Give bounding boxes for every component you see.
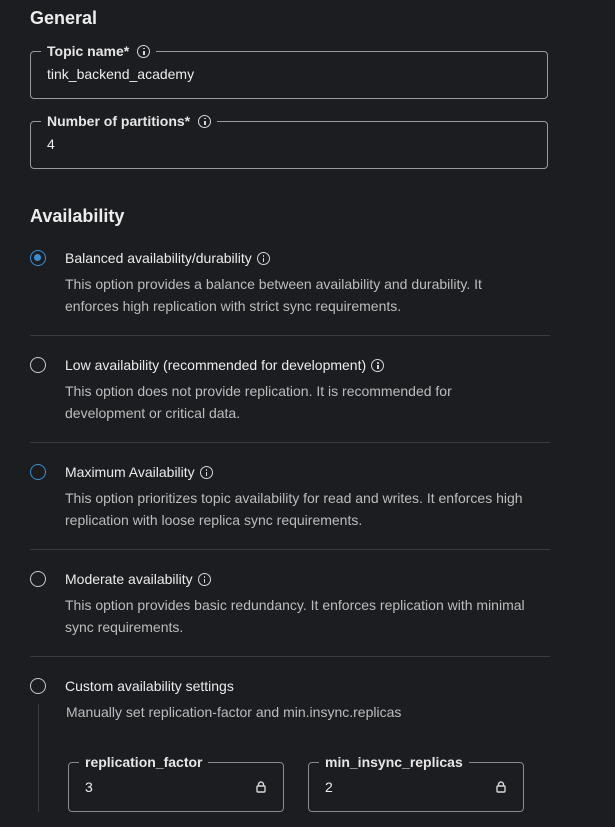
partitions-field[interactable]: Number of partitions* 4 (30, 112, 548, 169)
radio-low[interactable] (30, 357, 46, 373)
option-title: Custom availability settings (65, 678, 234, 695)
topic-name-label: Topic name* (47, 43, 130, 59)
replication-factor-legend: replication_factor (79, 753, 209, 771)
info-icon[interactable] (371, 359, 385, 372)
min-insync-replicas-label: min_insync_replicas (325, 754, 463, 770)
info-icon[interactable] (197, 573, 211, 586)
divider (30, 549, 550, 550)
option-description: This option provides basic redundancy. I… (65, 597, 525, 635)
option-description: Manually set replication-factor and min.… (66, 704, 402, 720)
custom-settings-guide-line (38, 704, 39, 812)
topic-name-value[interactable]: tink_backend_academy (47, 66, 194, 82)
partitions-legend: Number of partitions* (41, 112, 218, 130)
option-title-text: Balanced availability/durability (65, 250, 252, 266)
info-icon[interactable] (137, 44, 151, 58)
divider (30, 656, 550, 657)
option-title: Maximum Availability (65, 464, 213, 481)
topic-name-field[interactable]: Topic name* tink_backend_academy (30, 42, 548, 99)
info-icon[interactable] (256, 252, 270, 265)
info-icon[interactable] (198, 114, 212, 128)
radio-balanced[interactable] (30, 250, 46, 266)
replication-factor-value[interactable]: 3 (85, 779, 93, 795)
radio-moderate[interactable] (30, 571, 46, 587)
option-title-text: Maximum Availability (65, 464, 195, 480)
option-title: Low availability (recommended for develo… (65, 357, 385, 374)
availability-section-title: Availability (30, 206, 125, 226)
partitions-value[interactable]: 4 (47, 136, 55, 152)
partitions-label: Number of partitions* (47, 113, 191, 129)
topic-name-legend: Topic name* (41, 42, 157, 60)
radio-custom[interactable] (30, 678, 46, 694)
general-section-title: General (30, 8, 98, 28)
option-description: This option provides a balance between a… (65, 276, 482, 314)
option-title-text: Custom availability settings (65, 678, 234, 694)
option-title-text: Low availability (recommended for develo… (65, 357, 367, 373)
lock-icon (256, 781, 266, 793)
option-title: Balanced availability/durability (65, 250, 270, 267)
radio-maximum[interactable] (30, 464, 46, 480)
option-title: Moderate availability (65, 571, 211, 588)
divider (30, 335, 550, 336)
min-insync-replicas-field[interactable]: min_insync_replicas 2 (308, 753, 524, 812)
option-title-text: Moderate availability (65, 571, 193, 587)
info-icon[interactable] (199, 466, 213, 479)
lock-icon (496, 781, 506, 793)
topic-config-form: General Topic name* tink_backend_academy… (0, 0, 615, 827)
option-description: This option prioritizes topic availabili… (65, 490, 523, 528)
min-insync-replicas-value[interactable]: 2 (325, 779, 333, 795)
option-description: This option does not provide replication… (65, 383, 452, 421)
replication-factor-label: replication_factor (85, 754, 203, 770)
min-insync-replicas-legend: min_insync_replicas (319, 753, 469, 771)
replication-factor-field[interactable]: replication_factor 3 (68, 753, 284, 812)
divider (30, 442, 550, 443)
